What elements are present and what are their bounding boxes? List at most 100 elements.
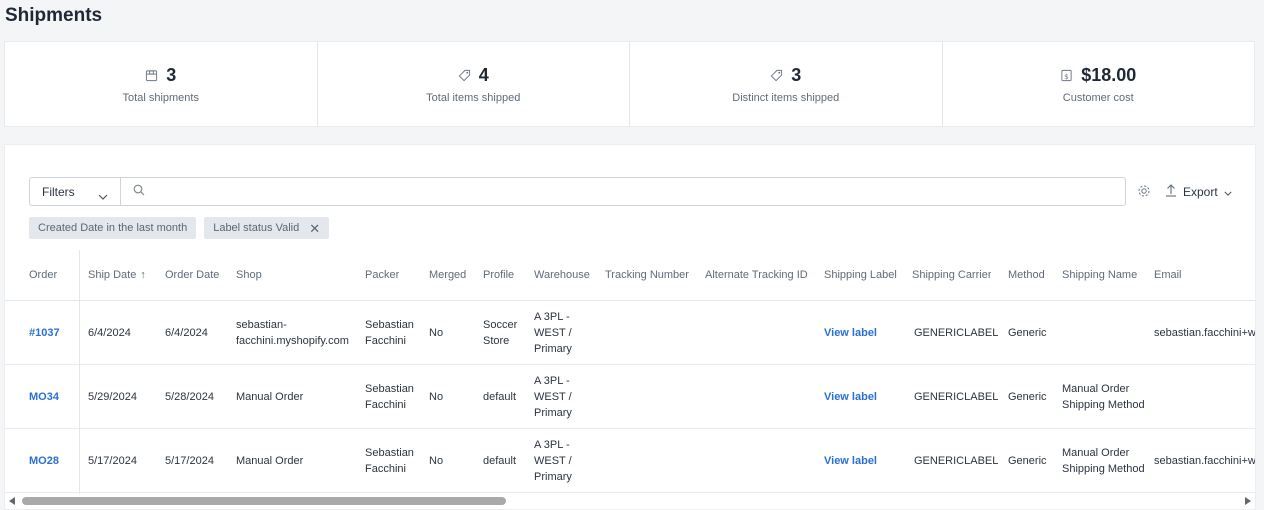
email: sebastian.facchini+w bbox=[1154, 326, 1256, 339]
email: sebastian.facchini+w bbox=[1154, 454, 1256, 467]
scroll-left-arrow-icon[interactable] bbox=[9, 497, 15, 505]
column-header-profile[interactable]: Profile bbox=[483, 250, 514, 300]
column-header-shipping-label[interactable]: Shipping Label bbox=[824, 250, 897, 300]
column-header-warehouse[interactable]: Warehouse bbox=[534, 250, 590, 300]
stat-label: Total items shipped bbox=[426, 91, 521, 104]
shipping-carrier: GENERICLABEL bbox=[914, 326, 999, 339]
view-label-link[interactable]: View label bbox=[824, 325, 877, 341]
sort-asc-icon: ↑ bbox=[140, 269, 146, 281]
column-header-method[interactable]: Method bbox=[1008, 250, 1045, 300]
stat-distinct-items-shipped: 3 Distinct items shipped bbox=[630, 42, 943, 126]
stat-label: Total shipments bbox=[122, 91, 199, 104]
shop: Manual Order bbox=[236, 454, 304, 467]
warehouse: A 3PL - WEST / Primary bbox=[534, 374, 572, 419]
box-icon bbox=[145, 69, 158, 82]
scroll-right-arrow-icon[interactable] bbox=[1245, 497, 1251, 505]
column-header-ship-date[interactable]: Ship Date ↑ bbox=[88, 250, 146, 300]
stat-value: 3 bbox=[791, 64, 802, 85]
shipping-name: Manual Order Shipping Method bbox=[1062, 382, 1145, 411]
order-date: 5/28/2024 bbox=[165, 390, 214, 403]
column-header-alternate-tracking-id[interactable]: Alternate Tracking ID bbox=[705, 250, 808, 300]
warehouse: A 3PL - WEST / Primary bbox=[534, 310, 572, 355]
method: Generic bbox=[1008, 326, 1047, 339]
active-filters: Created Date in the last month Label sta… bbox=[29, 217, 330, 239]
chevron-down-icon bbox=[98, 189, 108, 200]
stats-bar: 3 Total shipments 4 Total items shipped … bbox=[4, 41, 1255, 127]
stat-value: 4 bbox=[478, 64, 489, 85]
filter-chip-created-date[interactable]: Created Date in the last month bbox=[29, 217, 197, 239]
profile: default bbox=[483, 454, 517, 467]
packer: Sebastian Facchini bbox=[365, 446, 414, 475]
order-link[interactable]: #1037 bbox=[29, 325, 60, 341]
column-header-email[interactable]: Email bbox=[1154, 250, 1182, 300]
profile: Soccer Store bbox=[483, 318, 518, 347]
tag-icon bbox=[770, 69, 783, 82]
scrollbar-thumb[interactable] bbox=[22, 497, 506, 505]
column-header-order-date[interactable]: Order Date bbox=[165, 250, 219, 300]
shop: Manual Order bbox=[236, 390, 304, 403]
stat-value: 3 bbox=[166, 64, 177, 85]
stat-total-shipments: 3 Total shipments bbox=[5, 42, 318, 126]
profile: default bbox=[483, 390, 517, 403]
column-header-merged[interactable]: Merged bbox=[429, 250, 466, 300]
filters-dropdown[interactable]: Filters bbox=[29, 177, 121, 206]
stat-label: Distinct items shipped bbox=[732, 91, 840, 104]
search-icon bbox=[133, 184, 145, 199]
shipments-panel: Filters Export Created Date in the last … bbox=[4, 144, 1256, 510]
method: Generic bbox=[1008, 390, 1047, 403]
table-header: Order Ship Date ↑ Order Date Shop Packer … bbox=[5, 250, 1255, 301]
shipping-name bbox=[1062, 301, 1148, 364]
tag-icon bbox=[458, 69, 471, 82]
ship-date: 5/17/2024 bbox=[88, 454, 137, 467]
order-date: 5/17/2024 bbox=[165, 454, 214, 467]
toolbar: Filters Export bbox=[29, 177, 1232, 206]
order-link[interactable]: MO28 bbox=[29, 453, 59, 469]
export-button[interactable]: Export bbox=[1165, 177, 1232, 206]
column-header-shop[interactable]: Shop bbox=[236, 250, 262, 300]
stat-label: Customer cost bbox=[1062, 91, 1134, 104]
stat-value: $18.00 bbox=[1081, 64, 1137, 85]
shipping-carrier: GENERICLABEL bbox=[914, 454, 999, 467]
chip-label: Created Date in the last month bbox=[38, 222, 188, 234]
shipments-table: Order Ship Date ↑ Order Date Shop Packer … bbox=[5, 250, 1256, 493]
search-input[interactable] bbox=[151, 178, 1125, 205]
ship-date: 5/29/2024 bbox=[88, 390, 137, 403]
dollar-icon: $ bbox=[1060, 69, 1073, 82]
column-header-packer[interactable]: Packer bbox=[365, 250, 399, 300]
shipping-carrier: GENERICLABEL bbox=[914, 390, 999, 403]
upload-icon bbox=[1165, 183, 1177, 200]
merged: No bbox=[429, 390, 444, 403]
filter-chip-label-status[interactable]: Label status Valid ✕ bbox=[204, 217, 330, 239]
table-row[interactable]: MO28 5/17/2024 5/17/2024 Manual Order Se… bbox=[5, 429, 1256, 493]
filters-label: Filters bbox=[42, 184, 75, 199]
table-row[interactable]: #1037 6/4/2024 6/4/2024 sebastian-facchi… bbox=[5, 301, 1256, 365]
shipping-name: Manual Order Shipping Method bbox=[1062, 446, 1145, 475]
column-header-shipping-carrier[interactable]: Shipping Carrier bbox=[912, 250, 991, 300]
column-header-order[interactable]: Order bbox=[29, 250, 57, 300]
stat-customer-cost: $ $18.00 Customer cost bbox=[943, 42, 1255, 126]
order-link[interactable]: MO34 bbox=[29, 389, 59, 405]
email bbox=[1154, 365, 1255, 428]
horizontal-scrollbar[interactable] bbox=[5, 494, 1255, 509]
column-header-tracking-number[interactable]: Tracking Number bbox=[605, 250, 689, 300]
gear-icon[interactable] bbox=[1137, 184, 1151, 198]
order-date: 6/4/2024 bbox=[165, 326, 208, 339]
close-icon[interactable]: ✕ bbox=[309, 222, 320, 235]
page-title: Shipments bbox=[5, 5, 103, 26]
packer: Sebastian Facchini bbox=[365, 382, 414, 411]
stat-total-items-shipped: 4 Total items shipped bbox=[318, 42, 630, 126]
chip-label: Label status Valid bbox=[213, 222, 300, 234]
column-header-shipping-name[interactable]: Shipping Name bbox=[1062, 250, 1137, 300]
warehouse: A 3PL - WEST / Primary bbox=[534, 438, 572, 483]
search-box bbox=[120, 177, 1126, 206]
view-label-link[interactable]: View label bbox=[824, 389, 877, 405]
svg-text:$: $ bbox=[1064, 71, 1069, 80]
merged: No bbox=[429, 454, 444, 467]
table-row[interactable]: MO34 5/29/2024 5/28/2024 Manual Order Se… bbox=[5, 365, 1255, 429]
shop: sebastian-facchini.myshopify.com bbox=[236, 318, 349, 347]
merged: No bbox=[429, 326, 444, 339]
method: Generic bbox=[1008, 454, 1047, 467]
view-label-link[interactable]: View label bbox=[824, 453, 877, 469]
ship-date: 6/4/2024 bbox=[88, 326, 131, 339]
packer: Sebastian Facchini bbox=[365, 318, 414, 347]
